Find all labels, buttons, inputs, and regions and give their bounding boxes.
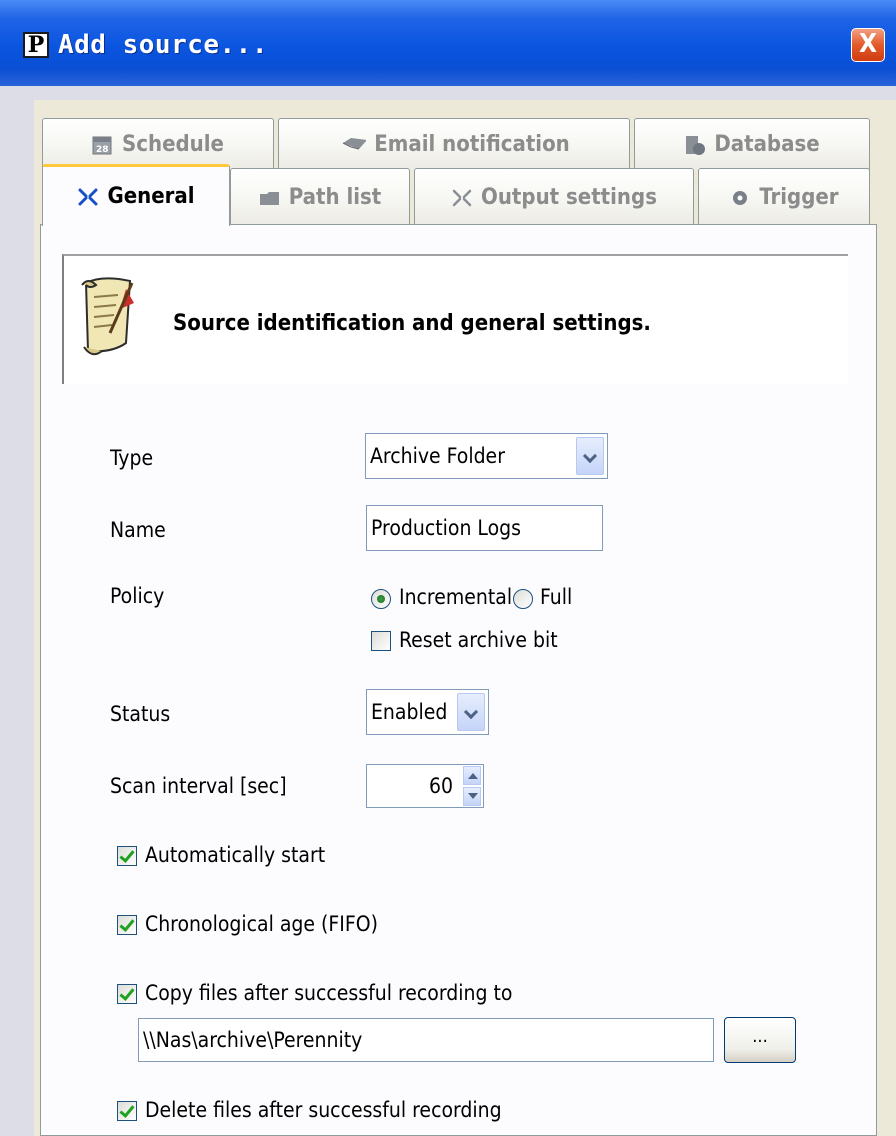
title-bar: P Add source... X [0, 0, 896, 86]
window-title: Add source... [58, 30, 268, 60]
policy-full-label[interactable]: Full [540, 585, 572, 609]
tab-database-label: Database [714, 132, 820, 157]
status-select-value: Enabled [371, 700, 448, 724]
reset-archive-label[interactable]: Reset archive bit [399, 628, 558, 652]
chevron-down-icon[interactable] [576, 437, 604, 475]
name-input[interactable]: Production Logs [366, 505, 603, 551]
add-source-dialog: P Add source... X 28 Schedule Email noti… [0, 0, 896, 1136]
copy-files-checkbox[interactable] [117, 984, 137, 1004]
stepper-down-icon[interactable] [463, 787, 481, 806]
tab-output-label: Output settings [481, 185, 657, 210]
fifo-checkbox[interactable] [117, 915, 137, 935]
policy-full-radio[interactable] [513, 589, 533, 609]
section-header-text: Source identification and general settin… [173, 311, 651, 336]
chevron-down-icon[interactable] [457, 693, 485, 731]
tab-path-list-label: Path list [288, 185, 382, 210]
tab-trigger[interactable]: Trigger [698, 168, 870, 226]
type-select[interactable]: Archive Folder [365, 433, 608, 479]
app-icon: P [23, 32, 49, 58]
copy-path-input[interactable]: \\Nas\archive\Perennity [138, 1018, 714, 1062]
copy-files-label[interactable]: Copy files after successful recording to [145, 981, 512, 1005]
client-left-strip [0, 140, 34, 1136]
general-icon [78, 188, 98, 205]
folder-icon [259, 191, 279, 205]
tab-output-settings[interactable]: Output settings [414, 168, 694, 226]
tab-database[interactable]: Database [634, 118, 870, 170]
tab-email-label: Email notification [374, 132, 570, 157]
calendar-icon: 28 [92, 136, 112, 155]
scan-interval-stepper[interactable]: 60 [366, 764, 484, 808]
tab-email-notification[interactable]: Email notification [278, 118, 630, 170]
tab-path-list[interactable]: Path list [230, 168, 410, 226]
tab-general[interactable]: General [42, 164, 230, 226]
tab-schedule-label: Schedule [122, 132, 224, 157]
scan-interval-label: Scan interval [sec] [110, 774, 287, 798]
envelope-icon [342, 137, 367, 149]
scan-interval-value[interactable]: 60 [429, 774, 453, 798]
policy-incremental-label[interactable]: Incremental [399, 585, 512, 609]
output-icon [452, 189, 472, 206]
policy-label: Policy [110, 584, 165, 608]
stepper-up-icon[interactable] [463, 766, 481, 785]
tab-schedule[interactable]: 28 Schedule [42, 118, 274, 170]
policy-incremental-radio[interactable] [371, 589, 391, 609]
delete-files-checkbox[interactable] [117, 1101, 137, 1121]
reset-archive-checkbox[interactable] [371, 631, 391, 651]
type-label: Type [110, 446, 154, 470]
name-label: Name [110, 518, 166, 542]
tab-trigger-label: Trigger [759, 185, 839, 210]
auto-start-checkbox[interactable] [117, 846, 137, 866]
type-select-value: Archive Folder [370, 444, 505, 468]
database-icon [686, 135, 706, 155]
browse-button[interactable]: ... [724, 1017, 796, 1063]
close-button[interactable]: X [851, 28, 885, 62]
tab-general-label: General [107, 184, 195, 209]
gear-icon [733, 190, 748, 205]
svg-text:28: 28 [96, 145, 109, 155]
fifo-label[interactable]: Chronological age (FIFO) [145, 912, 378, 936]
status-label: Status [110, 702, 171, 726]
delete-files-label[interactable]: Delete files after successful recording [145, 1098, 502, 1122]
scroll-icon [81, 277, 134, 356]
auto-start-label[interactable]: Automatically start [145, 843, 325, 867]
status-select[interactable]: Enabled [366, 689, 489, 735]
